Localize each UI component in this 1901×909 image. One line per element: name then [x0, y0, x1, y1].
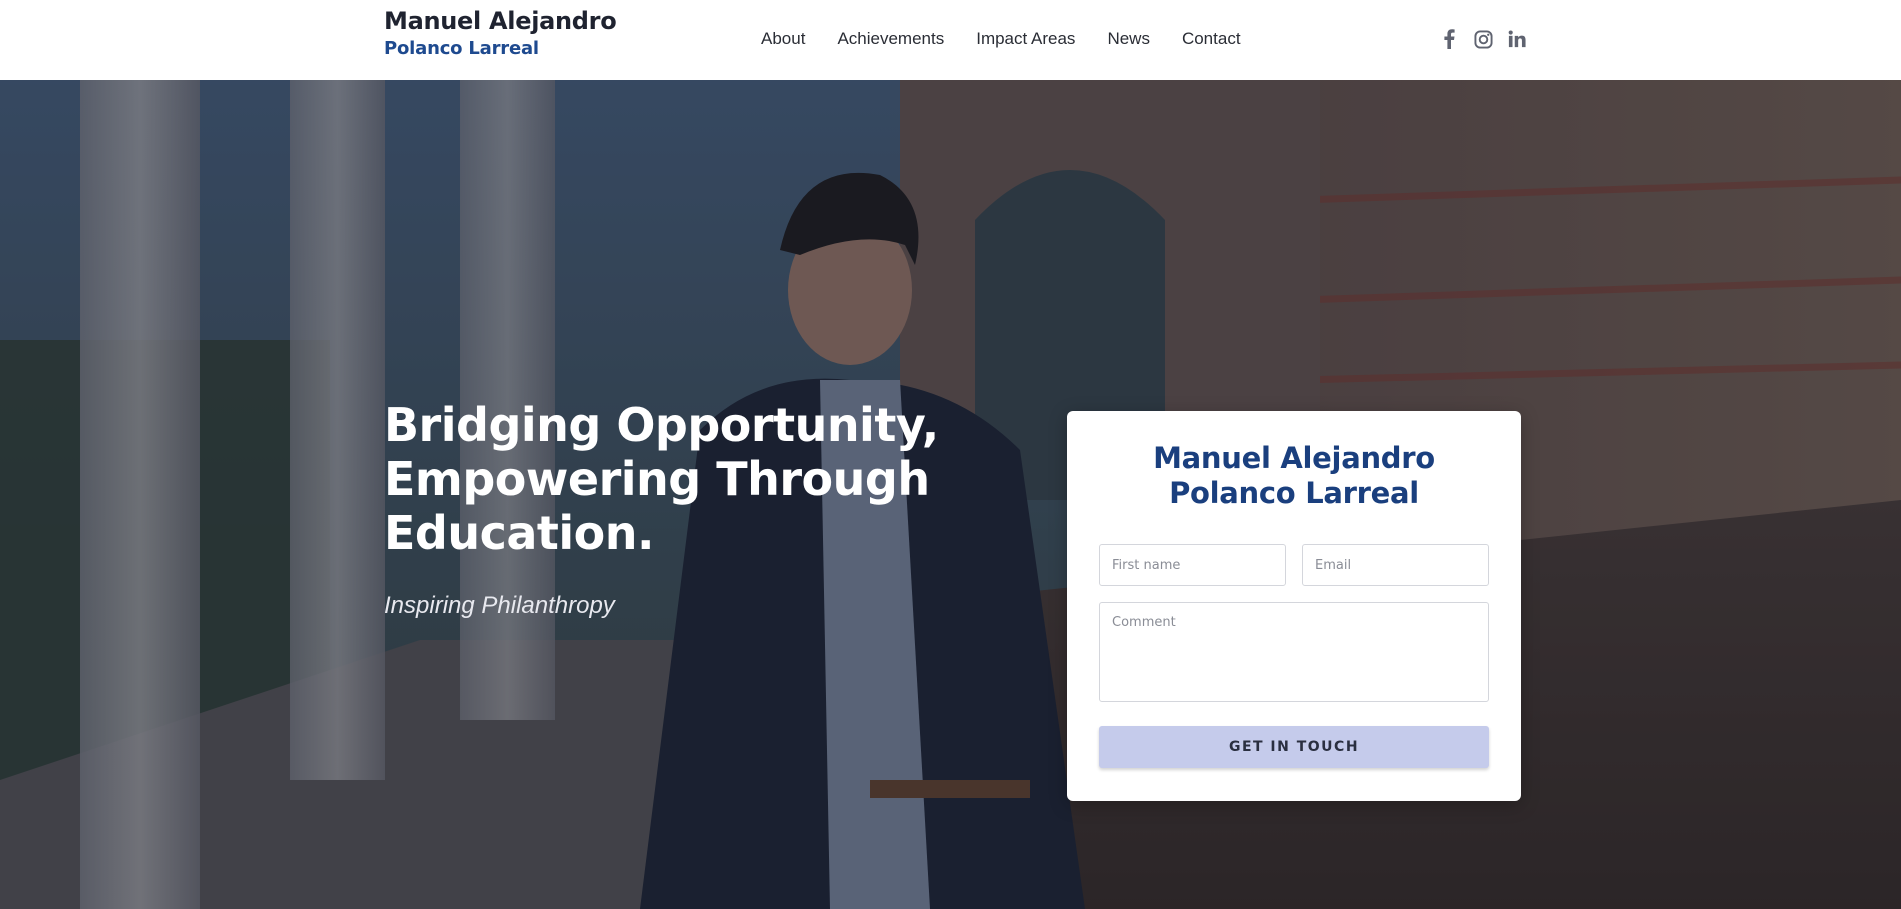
hero-title-line3: Education. [384, 506, 655, 560]
nav-item-contact[interactable]: Contact [1182, 29, 1241, 49]
email-input[interactable] [1302, 544, 1489, 586]
hero-content: Bridging Opportunity, Empowering Through… [384, 398, 1024, 620]
social-links [1438, 28, 1528, 50]
contact-form-row [1099, 544, 1489, 586]
hero-title-line1: Bridging Opportunity, [384, 398, 939, 452]
brand-name-line2: Polanco Larreal [384, 38, 539, 59]
main-nav: About Achievements Impact Areas News Con… [761, 29, 1241, 49]
contact-card-title: Manuel Alejandro Polanco Larreal [1099, 441, 1489, 511]
contact-card-title-line2: Polanco Larreal [1169, 476, 1419, 510]
nav-item-achievements[interactable]: Achievements [837, 29, 944, 49]
hero-subtitle: Inspiring Philanthropy [384, 592, 615, 619]
hero-title: Bridging Opportunity, Empowering Through… [384, 398, 1024, 560]
site-header: Manuel Alejandro Polanco Larreal About A… [0, 0, 1901, 80]
contact-card: Manuel Alejandro Polanco Larreal GET IN … [1067, 411, 1521, 801]
linkedin-icon[interactable] [1506, 28, 1528, 50]
brand-logo[interactable]: Manuel Alejandro Polanco Larreal [384, 7, 617, 59]
hero-section: Bridging Opportunity, Empowering Through… [0, 80, 1901, 909]
facebook-icon[interactable] [1438, 28, 1460, 50]
brand-name-line1: Manuel Alejandro [384, 7, 617, 35]
instagram-icon[interactable] [1472, 28, 1494, 50]
first-name-input[interactable] [1099, 544, 1286, 586]
hero-title-line2: Empowering Through [384, 452, 930, 506]
nav-item-about[interactable]: About [761, 29, 805, 49]
contact-card-title-line1: Manuel Alejandro [1153, 441, 1435, 475]
comment-textarea[interactable] [1099, 602, 1489, 702]
nav-item-news[interactable]: News [1107, 29, 1150, 49]
get-in-touch-button[interactable]: GET IN TOUCH [1099, 726, 1489, 768]
nav-item-impact-areas[interactable]: Impact Areas [976, 29, 1075, 49]
